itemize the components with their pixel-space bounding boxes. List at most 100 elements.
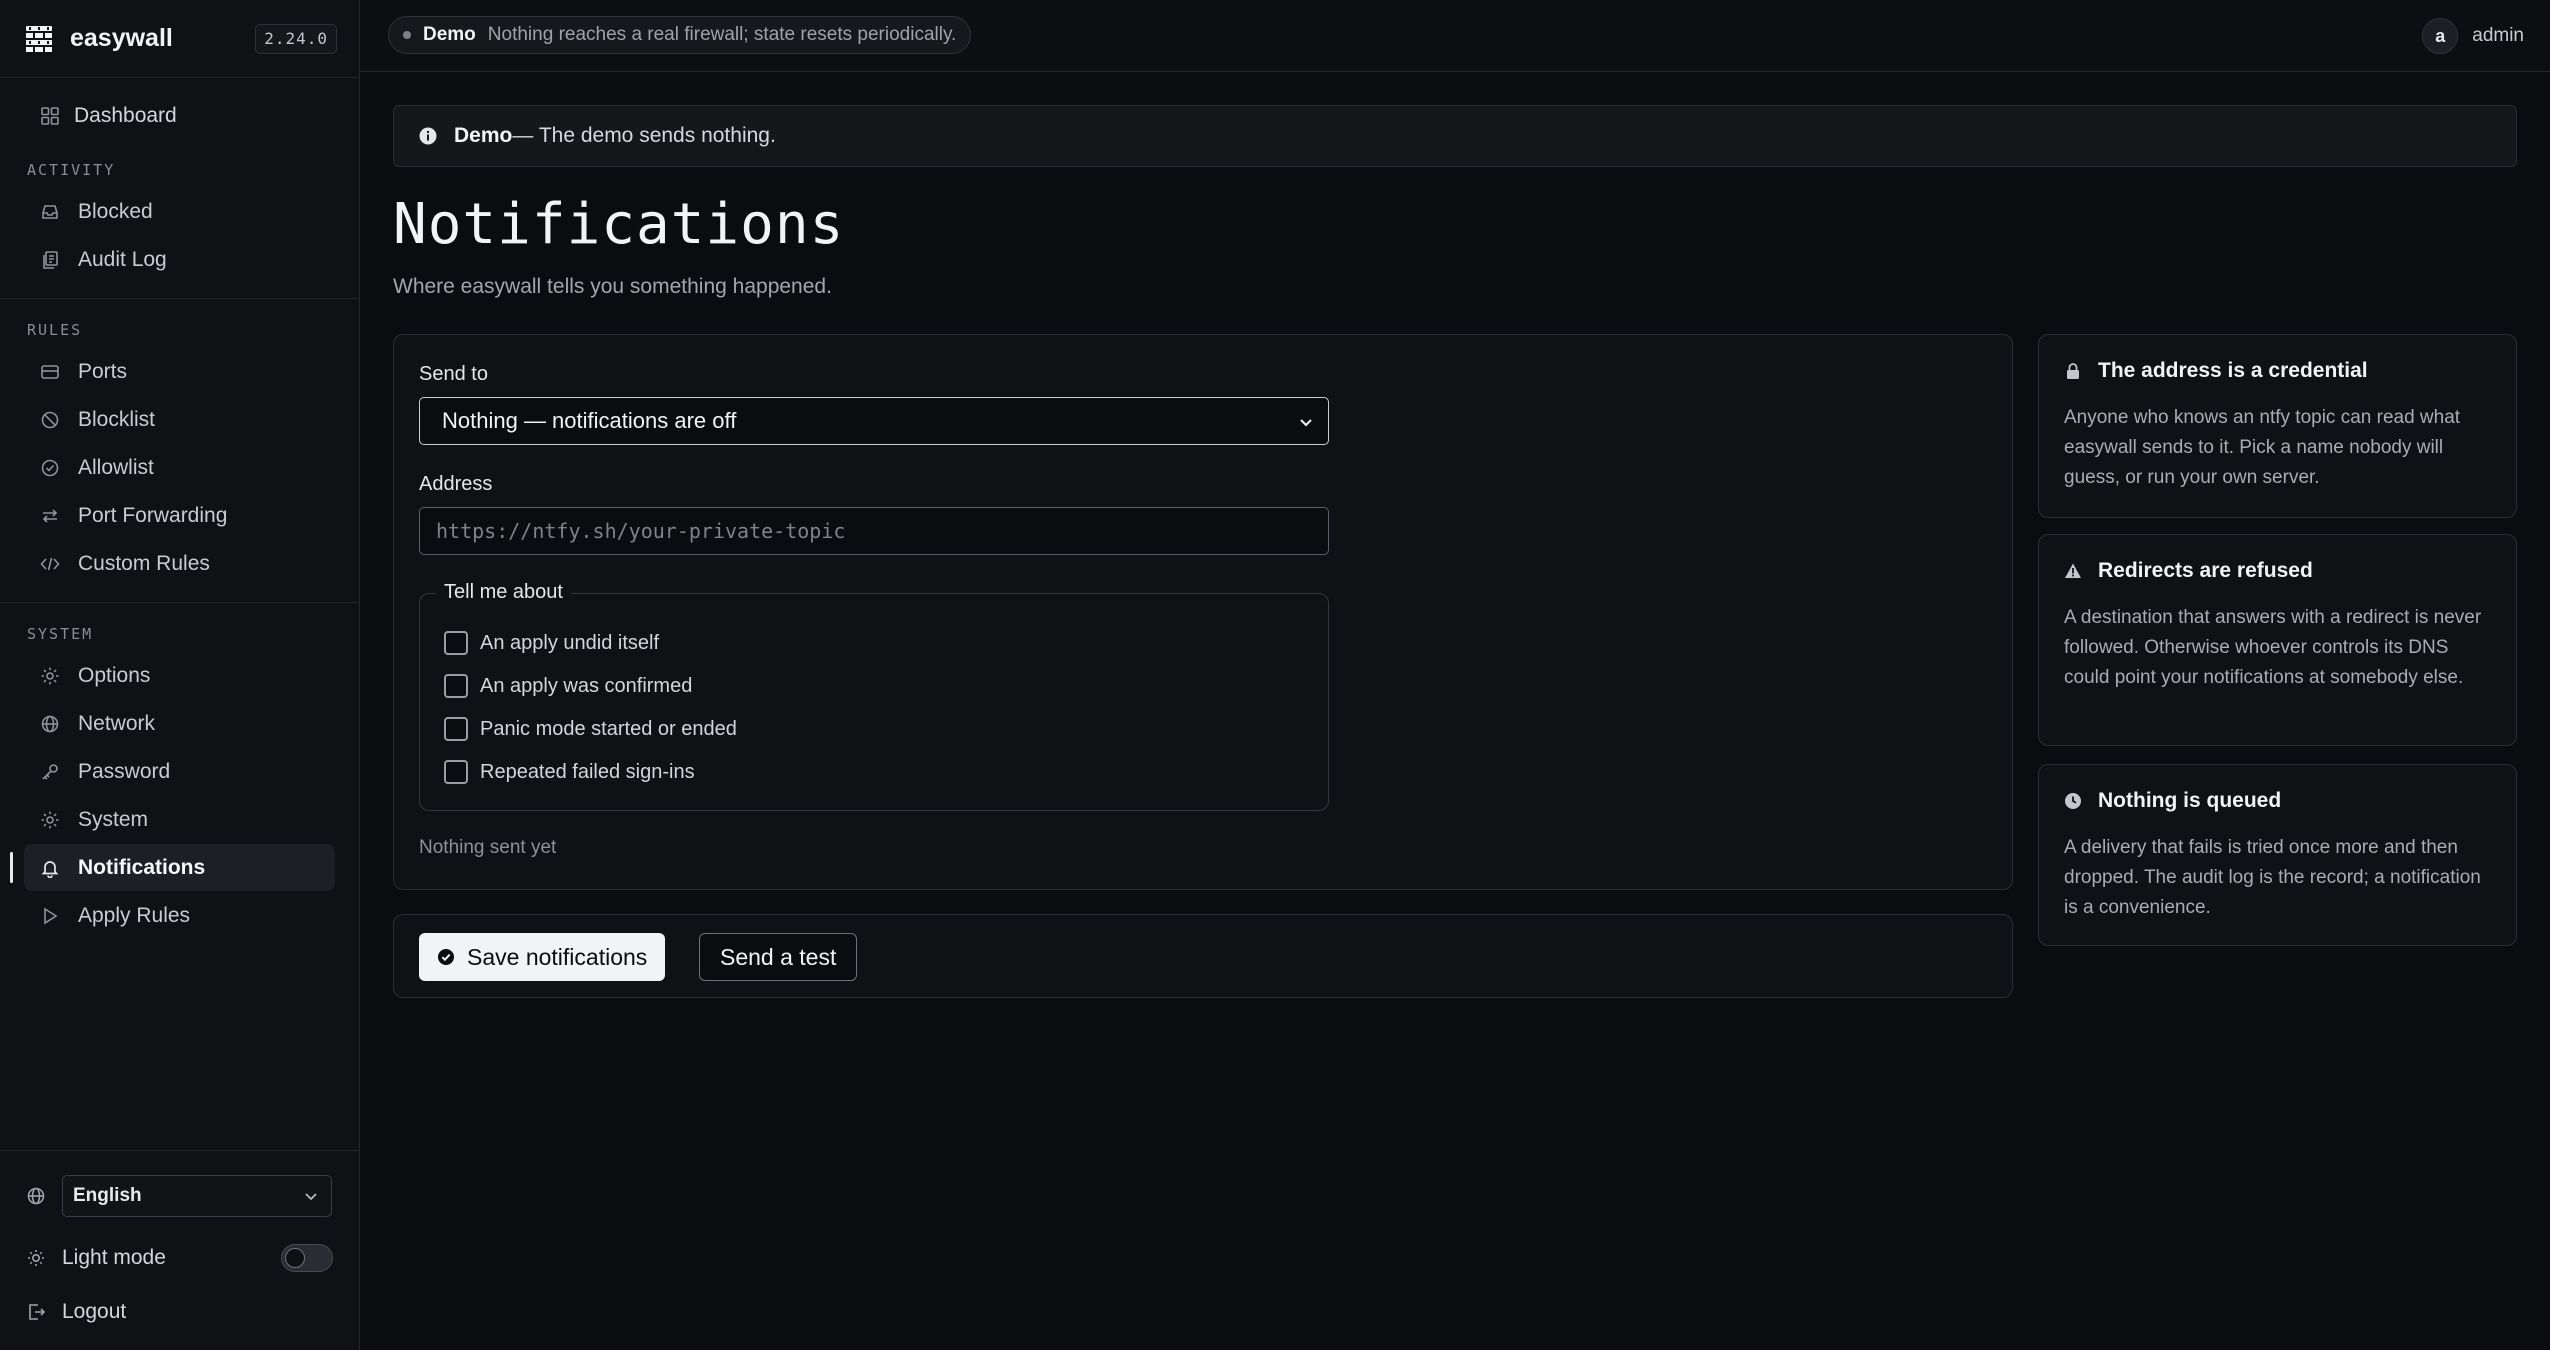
tell-me-about-group: Tell me about An apply undid itself An a… xyxy=(419,581,1329,811)
sidebar-item-apply-rules[interactable]: Apply Rules xyxy=(24,892,335,939)
sidebar-item-label: Notifications xyxy=(78,855,206,879)
info-card-title: Nothing is queued xyxy=(2064,789,2491,813)
sidebar-item-system[interactable]: System xyxy=(24,796,335,843)
sidebar-item-dashboard[interactable]: Dashboard xyxy=(24,92,335,139)
sidebar-item-allowlist[interactable]: Allowlist xyxy=(24,444,335,491)
server-icon xyxy=(40,362,60,382)
section-label-activity: ACTIVITY xyxy=(27,161,116,179)
address-input[interactable] xyxy=(436,519,1312,543)
notifications-form: Send to Nothing — notifications are off … xyxy=(393,334,2013,890)
sidebar-item-label: Blocked xyxy=(78,199,153,223)
light-mode-label: Light mode xyxy=(62,1246,166,1269)
info-card-body: A delivery that fails is tried once more… xyxy=(2064,837,2481,918)
check-circle-icon xyxy=(40,458,60,478)
sidebar-item-label: Custom Rules xyxy=(78,551,210,575)
lock-icon xyxy=(2064,362,2082,380)
checkbox[interactable] xyxy=(444,717,468,741)
sidebar-item-audit-log[interactable]: Audit Log xyxy=(24,236,335,283)
checkbox-label: An apply undid itself xyxy=(480,631,660,654)
sun-icon xyxy=(26,1248,46,1268)
address-label: Address xyxy=(419,473,493,495)
info-card-body: A destination that answers with a redire… xyxy=(2064,607,2482,688)
nav-section-rules: RULES Ports Blocklist Allowlist Port For… xyxy=(0,299,359,603)
play-icon xyxy=(40,906,60,926)
user-menu[interactable]: a admin xyxy=(2422,18,2524,54)
event-checkbox-row[interactable]: An apply was confirmed xyxy=(444,674,692,698)
section-label-system: SYSTEM xyxy=(27,625,94,643)
checkbox-label: Panic mode started or ended xyxy=(480,717,737,740)
warning-icon xyxy=(2064,562,2082,580)
sidebar-item-label: Blocklist xyxy=(78,407,156,431)
info-card-title: The address is a credential xyxy=(2064,359,2491,383)
checkbox[interactable] xyxy=(444,631,468,655)
logout-icon xyxy=(26,1302,46,1322)
save-notifications-button[interactable]: Save notifications xyxy=(419,933,666,981)
bell-icon xyxy=(40,858,60,878)
demo-banner: Demo — The demo sends nothing. xyxy=(393,105,2517,167)
info-card-redirects: Redirects are refused A destination that… xyxy=(2038,534,2517,746)
send-to-select[interactable]: Nothing — notifications are off xyxy=(419,397,1329,445)
event-checkbox-row[interactable]: Panic mode started or ended xyxy=(444,717,737,741)
sidebar-footer: English Light mode Logout xyxy=(0,1150,359,1350)
checkbox[interactable] xyxy=(444,760,468,784)
event-checkbox-row[interactable]: An apply undid itself xyxy=(444,631,659,655)
sidebar-item-blocklist[interactable]: Blocklist xyxy=(24,396,335,443)
language-select[interactable]: English xyxy=(62,1175,332,1217)
chevron-down-icon xyxy=(1298,414,1314,430)
sidebar-item-password[interactable]: Password xyxy=(24,748,335,795)
info-card-title: Redirects are refused xyxy=(2064,559,2491,583)
sidebar-item-label: Allowlist xyxy=(78,455,154,479)
globe-icon xyxy=(26,1186,46,1206)
key-icon xyxy=(40,762,60,782)
send-to-label: Send to xyxy=(419,363,488,385)
ban-icon xyxy=(40,410,60,430)
toggle-knob xyxy=(285,1248,305,1268)
sidebar-item-ports[interactable]: Ports xyxy=(24,348,335,395)
sidebar-item-label: Network xyxy=(78,711,156,735)
copy-icon xyxy=(40,250,60,270)
light-mode-toggle[interactable] xyxy=(281,1244,333,1272)
demo-label: Demo xyxy=(423,24,476,45)
nav-section-main: Dashboard ACTIVITY Blocked Audit Log xyxy=(0,78,359,299)
language-row: English xyxy=(26,1175,333,1217)
checkbox[interactable] xyxy=(444,674,468,698)
event-checkbox-row[interactable]: Repeated failed sign-ins xyxy=(444,760,695,784)
page-title: Notifications xyxy=(393,192,845,257)
sidebar-item-network[interactable]: Network xyxy=(24,700,335,747)
sidebar-item-label: Port Forwarding xyxy=(78,503,228,527)
sidebar-item-options[interactable]: Options xyxy=(24,652,335,699)
send-test-button[interactable]: Send a test xyxy=(699,933,858,981)
user-name: admin xyxy=(2472,25,2524,46)
gear-icon xyxy=(40,810,60,830)
sidebar-item-label: Options xyxy=(78,663,151,687)
checkbox-label: An apply was confirmed xyxy=(480,674,693,697)
info-icon xyxy=(418,126,438,146)
sidebar-item-notifications[interactable]: Notifications xyxy=(10,844,335,891)
sidebar-item-label: Apply Rules xyxy=(78,903,191,927)
firewall-logo-icon xyxy=(26,25,52,52)
sidebar-item-blocked[interactable]: Blocked xyxy=(24,188,335,235)
delivery-status: Nothing sent yet xyxy=(419,837,557,858)
sidebar-item-label: Ports xyxy=(78,359,128,383)
form-actions: Save notifications Send a test xyxy=(393,914,2013,998)
demo-pill: Demo Nothing reaches a real firewall; st… xyxy=(388,16,972,54)
version-badge: 2.24.0 xyxy=(255,24,337,54)
app-name: easywall xyxy=(70,24,173,52)
logout-link[interactable]: Logout xyxy=(26,1291,333,1333)
tell-me-about-legend: Tell me about xyxy=(436,581,571,604)
info-card-credential: The address is a credential Anyone who k… xyxy=(2038,334,2517,518)
section-label-rules: RULES xyxy=(27,321,83,339)
logout-label: Logout xyxy=(62,1300,127,1323)
page-subtitle: Where easywall tells you something happe… xyxy=(393,275,832,298)
send-to-value: Nothing — notifications are off xyxy=(442,408,737,433)
sidebar-item-port-forwarding[interactable]: Port Forwarding xyxy=(24,492,335,539)
gear-icon xyxy=(40,666,60,686)
status-dot xyxy=(403,31,411,39)
banner-strong: Demo xyxy=(454,124,513,147)
sidebar-item-custom-rules[interactable]: Custom Rules xyxy=(24,540,335,587)
sidebar: easywall 2.24.0 Dashboard ACTIVITY Block… xyxy=(0,0,360,1350)
sidebar-item-label: System xyxy=(78,807,149,831)
info-card-heading: Redirects are refused xyxy=(2098,559,2313,582)
chevron-down-icon xyxy=(303,1188,319,1204)
info-card-body: Anyone who knows an ntfy topic can read … xyxy=(2064,407,2461,488)
